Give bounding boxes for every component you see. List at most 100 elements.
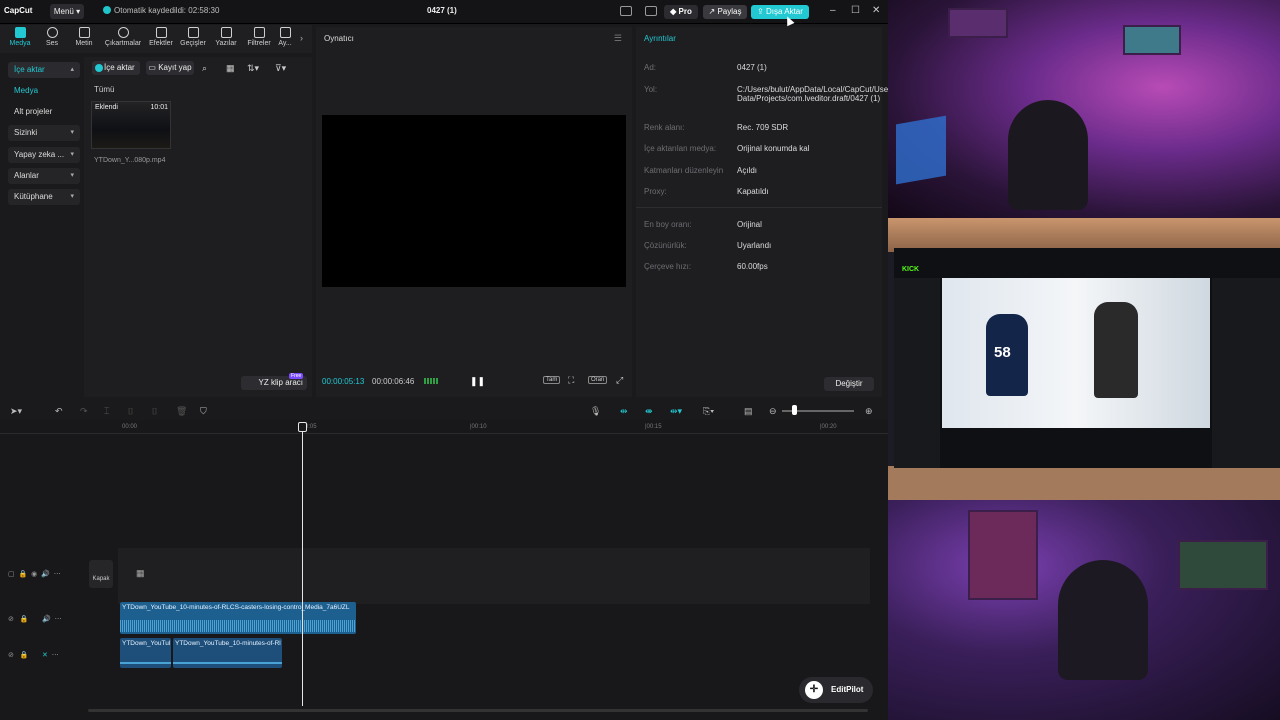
- chevron-right-icon[interactable]: ›: [300, 33, 303, 43]
- audio-clip[interactable]: YTDown_YouTul: [120, 638, 171, 668]
- select-icon[interactable]: ➤▾: [10, 406, 22, 417]
- delete-icon[interactable]: 🗑: [176, 406, 187, 417]
- nav-label: İçe aktar: [14, 65, 45, 74]
- nav-ai[interactable]: Yapay zeka ... ▾: [8, 147, 80, 163]
- magnet-icon[interactable]: ⇼: [645, 406, 653, 417]
- player-canvas[interactable]: [322, 115, 626, 287]
- full-button[interactable]: Tam: [543, 376, 561, 384]
- zoom-out-icon[interactable]: ⊖: [769, 406, 777, 417]
- minimize-icon[interactable]: –: [830, 5, 836, 16]
- nav-label: Alanlar: [14, 171, 39, 180]
- compass-icon: ✛: [805, 681, 823, 699]
- detail-value: 60.00fps: [737, 262, 768, 271]
- cloud-icon: [103, 6, 111, 14]
- split-left-icon[interactable]: ⌷: [128, 406, 133, 417]
- zoom-slider-handle[interactable]: [792, 405, 797, 415]
- pro-button[interactable]: ◆ Pro: [664, 5, 698, 19]
- asset-toolbar: Medya Ses Metin Çıkartmalar Efektler Geç…: [0, 25, 312, 53]
- clip-name: YTDown_YouTube_10-minutes-of-Rl: [175, 640, 281, 647]
- maximize-icon[interactable]: ☐: [851, 5, 860, 16]
- media-thumbnail[interactable]: Eklendi 10:01: [91, 101, 171, 149]
- track-controls[interactable]: ⊘ 🔒 🔊 ⋯: [8, 615, 62, 623]
- details-panel: Ayrıntılar Ad: 0427 (1) Yol: C:/Users/bulu…: [636, 27, 888, 397]
- export-button[interactable]: ⇪ Dışa Aktar: [751, 5, 809, 19]
- link-icon[interactable]: ⇹: [620, 406, 628, 417]
- track-controls[interactable]: ▢ 🔒 ◉ 🔊 ⋯: [8, 570, 61, 578]
- nav-subprojects[interactable]: Alt projeler: [8, 104, 80, 120]
- stream-capture: KICK 58: [888, 218, 1280, 500]
- fullscreen-icon[interactable]: ⤢: [616, 375, 623, 386]
- duration-badge: 10:01: [150, 104, 168, 111]
- ratio-button[interactable]: Oran: [588, 376, 608, 384]
- layout-icon[interactable]: [620, 6, 632, 16]
- nav-import[interactable]: İçe aktar ▴: [8, 62, 80, 78]
- detail-label: İçe aktarılan medya:: [644, 144, 717, 153]
- tab-adjust[interactable]: Ay...: [272, 27, 298, 47]
- autosave-status: Otomatik kaydedildi: 02:58:30: [103, 6, 219, 15]
- tab-label: Çıkartmalar: [104, 40, 142, 47]
- split-right-icon[interactable]: ⌷: [152, 406, 157, 417]
- filter-icon: [253, 27, 265, 38]
- grid-icon[interactable]: ▦: [226, 63, 235, 74]
- menu-button[interactable]: Menü ▾: [50, 4, 84, 19]
- editpilot-button[interactable]: ✛ EditPilot: [799, 677, 873, 703]
- player-title: Oynatıcı: [324, 34, 354, 43]
- redo-icon[interactable]: ↷: [80, 406, 88, 417]
- snap-icon[interactable]: ⇹▾: [670, 406, 682, 417]
- timeline[interactable]: 00:00 |00:05 |00:10 |00:15 |00:20 ▢ 🔒 ◉ …: [0, 420, 888, 720]
- caption-icon[interactable]: ▤: [744, 406, 753, 417]
- zoom-in-icon[interactable]: ⊕: [865, 406, 873, 417]
- playhead-handle[interactable]: [298, 422, 307, 432]
- import-button[interactable]: İçe aktar: [92, 61, 140, 75]
- nav-library[interactable]: Kütüphane ▾: [8, 189, 80, 205]
- tab-label: Filtreler: [247, 40, 271, 47]
- media-icon: [14, 27, 26, 38]
- shield-icon[interactable]: ⛉: [200, 406, 207, 417]
- keyboard-icon[interactable]: [645, 6, 657, 16]
- nav-yours[interactable]: Sizinki ▾: [8, 125, 80, 141]
- crop-icon[interactable]: ⛶: [568, 375, 574, 386]
- wall-art: [1178, 540, 1268, 590]
- stream-page: KICK 58: [894, 248, 1280, 468]
- total-time: 00:00:06:46: [372, 377, 415, 386]
- tab-text[interactable]: Metin: [64, 27, 104, 47]
- split-icon[interactable]: ⌶: [104, 406, 109, 417]
- person-image: [1094, 302, 1138, 398]
- timeline-scrollbar[interactable]: [88, 709, 868, 712]
- project-title: 0427 (1): [427, 6, 457, 15]
- undo-icon[interactable]: ↶: [55, 406, 63, 417]
- capcut-window: CapCut Menü ▾ Otomatik kaydedildi: 02:58…: [0, 0, 888, 720]
- playhead[interactable]: [302, 422, 303, 706]
- jersey-number: 58: [994, 344, 1011, 361]
- record-button[interactable]: ▭ Kayıt yap: [146, 61, 194, 75]
- nav-media[interactable]: Medya: [8, 83, 80, 99]
- detail-value: Orijinal: [737, 220, 762, 229]
- share-button[interactable]: ↗ Paylaş: [703, 5, 747, 19]
- nav-spaces[interactable]: Alanlar ▾: [8, 168, 80, 184]
- tab-stickers[interactable]: Çıkartmalar: [103, 27, 143, 47]
- import-label: İçe aktar: [104, 63, 135, 72]
- hamburger-icon[interactable]: ☰: [614, 33, 622, 44]
- track-controls[interactable]: ⊘ 🔒 ✕ ⋯: [8, 651, 59, 659]
- waveform: [120, 662, 171, 664]
- waveform: [120, 620, 356, 632]
- filter-icon[interactable]: ⊽▾: [275, 63, 286, 74]
- microphone-icon[interactable]: 🎙: [590, 406, 601, 417]
- change-button[interactable]: Değiştir: [824, 377, 874, 391]
- time-ruler[interactable]: 00:00 |00:05 |00:10 |00:15 |00:20: [0, 420, 888, 434]
- audio-clip[interactable]: YTDown_YouTube_10-minutes-of-RLCS-caster…: [120, 602, 356, 634]
- sort-icon[interactable]: ⇅▾: [247, 63, 259, 74]
- pause-icon[interactable]: ❚❚: [470, 376, 485, 387]
- audio-clip[interactable]: YTDown_YouTube_10-minutes-of-Rl: [173, 638, 282, 668]
- nav-label: Sizinki: [14, 128, 38, 137]
- ruler-tick: |00:10: [470, 424, 487, 430]
- plus-icon: [95, 64, 103, 72]
- detail-label: Renk alanı:: [644, 123, 685, 132]
- cover-button[interactable]: Kapak: [89, 560, 113, 588]
- search-icon[interactable]: ⌕: [202, 63, 207, 74]
- main-track[interactable]: [118, 548, 870, 604]
- close-icon[interactable]: ✕: [872, 5, 880, 16]
- record-label: Kayıt yap: [158, 63, 192, 72]
- preview-axis-icon[interactable]: ⎘▾: [703, 406, 714, 417]
- transition-icon: [187, 27, 199, 38]
